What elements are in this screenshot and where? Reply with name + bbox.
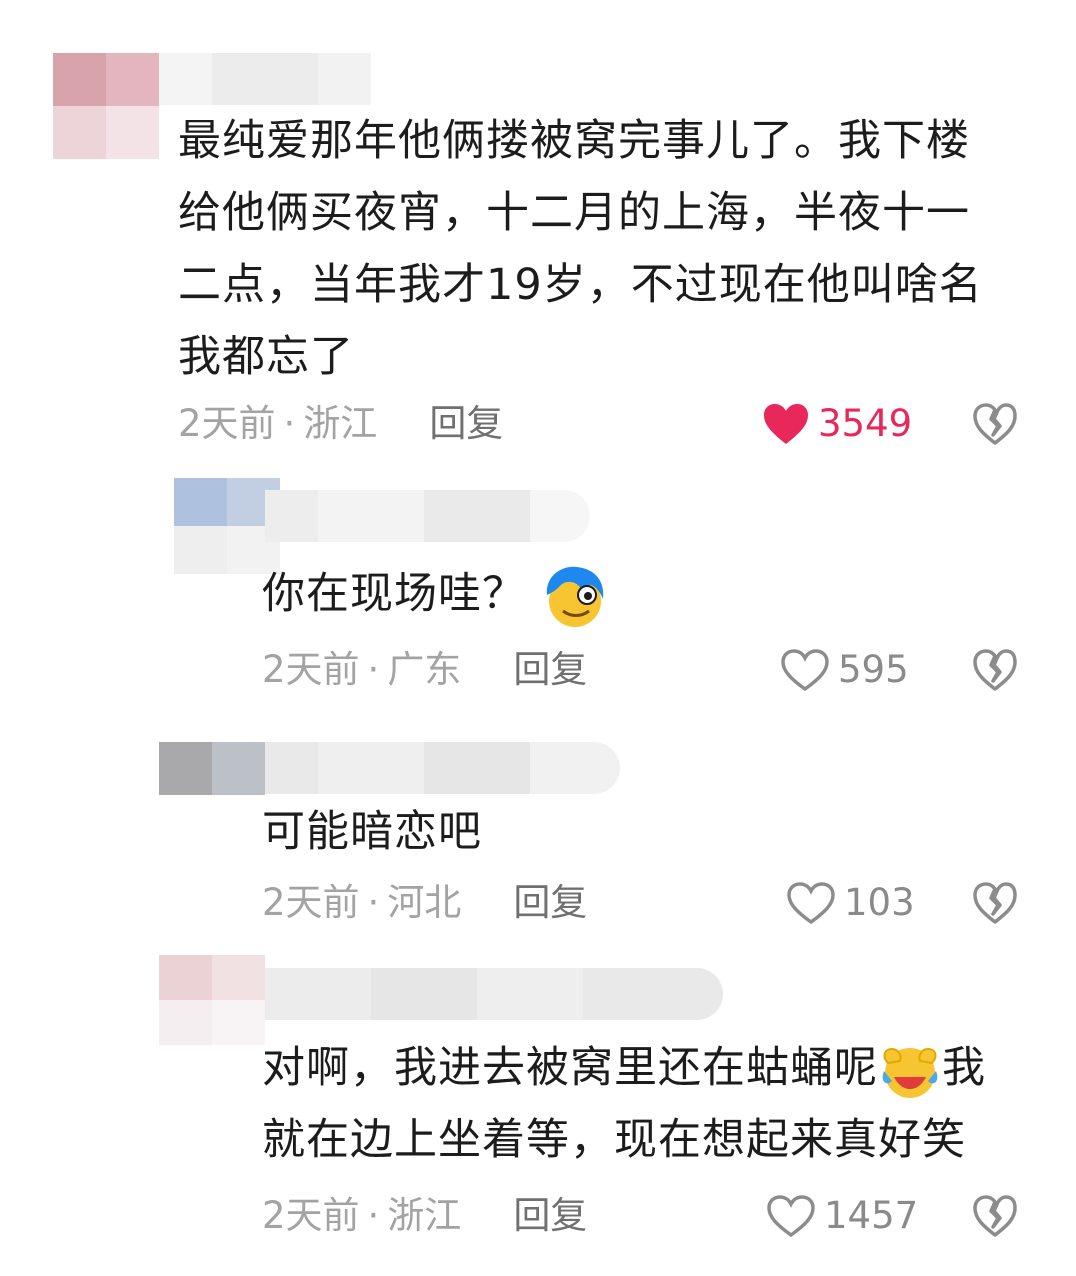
- comment-text: 最纯爱那年他俩搂被窝完事儿了。我下楼 给他俩买夜宵，十二月的上海，半夜十一 二点…: [178, 116, 983, 382]
- separator: ·: [367, 1194, 380, 1237]
- reply-username-blurred[interactable]: [265, 968, 723, 1020]
- dislike-broken-heart-icon[interactable]: [972, 402, 1018, 446]
- reply-time: 2天前: [262, 648, 360, 691]
- reply-meta: 2天前 · 河北 回复: [262, 881, 587, 925]
- dislike-broken-heart-icon[interactable]: [972, 648, 1018, 692]
- like-button[interactable]: 103: [786, 881, 915, 925]
- dislike-broken-heart-icon[interactable]: [972, 1194, 1018, 1238]
- like-count: 103: [844, 881, 915, 924]
- reply-button[interactable]: 回复: [513, 648, 587, 692]
- username-blurred[interactable]: [159, 53, 371, 105]
- reply-meta: 2天前 · 广东 回复: [262, 648, 587, 692]
- separator: ·: [283, 402, 296, 445]
- laughing-crying-face-icon: [882, 1047, 938, 1098]
- like-count: 595: [838, 648, 909, 691]
- reply-text: 你在现场哇？: [262, 558, 609, 630]
- reply-username-blurred[interactable]: [265, 742, 620, 794]
- heart-outline-icon: [767, 1195, 815, 1238]
- star-eyed-face-icon: [546, 566, 603, 627]
- reply-button[interactable]: 回复: [513, 1194, 587, 1238]
- heart-filled-icon: [764, 404, 808, 444]
- like-count: 3549: [818, 402, 913, 445]
- reply-time: 2天前: [262, 881, 360, 924]
- comment-meta: 2天前 · 浙江 回复: [178, 402, 503, 446]
- reply-text: 可能暗恋吧: [262, 807, 482, 857]
- reply-location: 广东: [387, 648, 462, 691]
- like-button[interactable]: 3549: [762, 402, 912, 446]
- reply-location: 河北: [387, 881, 462, 924]
- comment-location: 浙江: [303, 402, 378, 445]
- reply-time: 2天前: [262, 1194, 360, 1237]
- avatar[interactable]: [53, 53, 159, 159]
- reply-button[interactable]: 回复: [429, 402, 503, 446]
- heart-outline-icon: [787, 882, 835, 925]
- like-button[interactable]: 1457: [766, 1194, 918, 1238]
- like-count: 1457: [824, 1194, 919, 1237]
- reply-avatar[interactable]: [159, 742, 265, 795]
- reply-text: 对啊，我进去被窝里还在蛄蛹呢 我 就在边上坐着等，现在想起来真好笑: [262, 1032, 1022, 1176]
- comment-time: 2天前: [178, 402, 276, 445]
- separator: ·: [367, 648, 380, 691]
- like-button[interactable]: 595: [780, 648, 909, 692]
- reply-location: 浙江: [387, 1194, 462, 1237]
- reply-meta: 2天前 · 浙江 回复: [262, 1194, 587, 1238]
- dislike-broken-heart-icon[interactable]: [972, 881, 1018, 925]
- reply-button[interactable]: 回复: [513, 881, 587, 925]
- reply-avatar[interactable]: [159, 955, 265, 1045]
- separator: ·: [367, 881, 380, 924]
- heart-outline-icon: [781, 649, 829, 692]
- reply-username-blurred[interactable]: [265, 490, 590, 542]
